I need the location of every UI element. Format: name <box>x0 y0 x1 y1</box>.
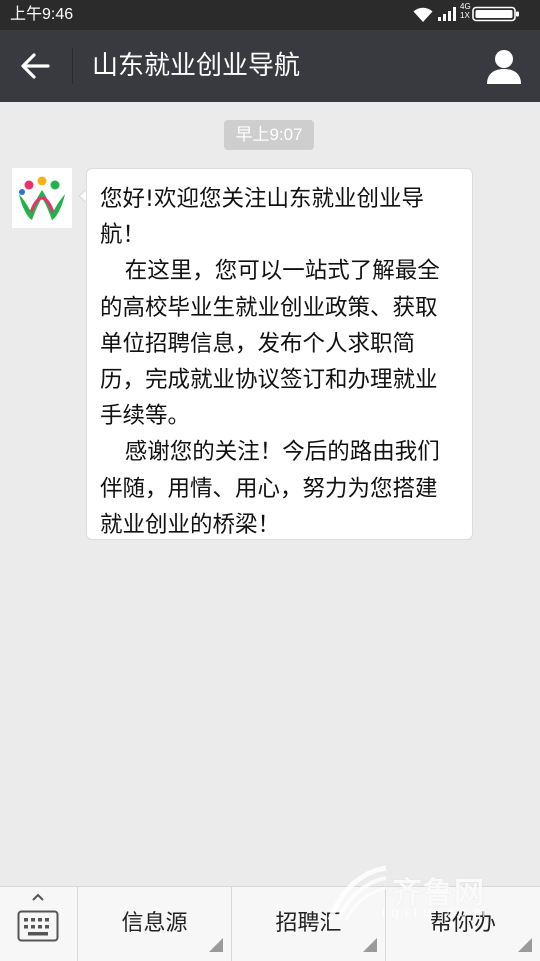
menu-item-recruitment[interactable]: 招聘汇 <box>231 887 385 961</box>
menu-item-help[interactable]: 帮你办 <box>385 887 540 961</box>
menu-item-info-source[interactable]: 信息源 <box>77 887 231 961</box>
page-title: 山东就业创业导航 <box>92 51 301 81</box>
chevron-up-icon <box>32 893 44 901</box>
message-paragraph-2: 在这里，您可以一站式了解最全的高校毕业生就业创业政策、获取单位招聘信息，发布个人… <box>100 258 440 430</box>
profile-button[interactable] <box>482 44 526 88</box>
status-time: 上午9:46 <box>10 6 74 23</box>
wifi-icon <box>413 7 433 22</box>
bottom-menu: 信息源 招聘汇 帮你办 <box>0 886 540 961</box>
submenu-indicator-icon <box>518 938 532 952</box>
keyboard-toggle[interactable] <box>0 887 77 961</box>
network-type-bottom: 1X <box>460 11 470 20</box>
message-paragraph-1: 您好!欢迎您关注山东就业创业导航！ <box>100 186 425 249</box>
battery-icon <box>472 6 519 22</box>
message-paragraph-3: 感谢您的关注！今后的路由我们伴随，用情、用心，努力为您搭建就业创业的桥梁！ <box>100 439 440 538</box>
title-bar: 山东就业创业导航 <box>0 30 540 102</box>
back-button[interactable] <box>14 45 58 87</box>
menu-item-label: 招聘汇 <box>275 911 342 936</box>
avatar[interactable] <box>12 168 72 228</box>
menu-item-label: 信息源 <box>121 911 188 936</box>
submenu-indicator-icon <box>363 938 377 952</box>
back-arrow-icon <box>21 53 50 79</box>
profile-icon <box>487 50 521 84</box>
submenu-indicator-icon <box>209 938 223 952</box>
menu-item-label: 帮你办 <box>429 911 496 936</box>
signal-icon <box>438 7 456 21</box>
title-divider <box>72 48 73 84</box>
message-bubble[interactable]: 您好!欢迎您关注山东就业创业导航！ 在这里，您可以一站式了解最全的高校毕业生就业… <box>86 168 473 540</box>
keyboard-icon <box>17 910 59 942</box>
chat-timestamp: 早上9:07 <box>224 120 314 150</box>
account-logo <box>19 176 65 220</box>
status-icons: 4G 1X <box>412 2 532 24</box>
status-bar: 上午9:46 4G 1X <box>0 0 540 30</box>
